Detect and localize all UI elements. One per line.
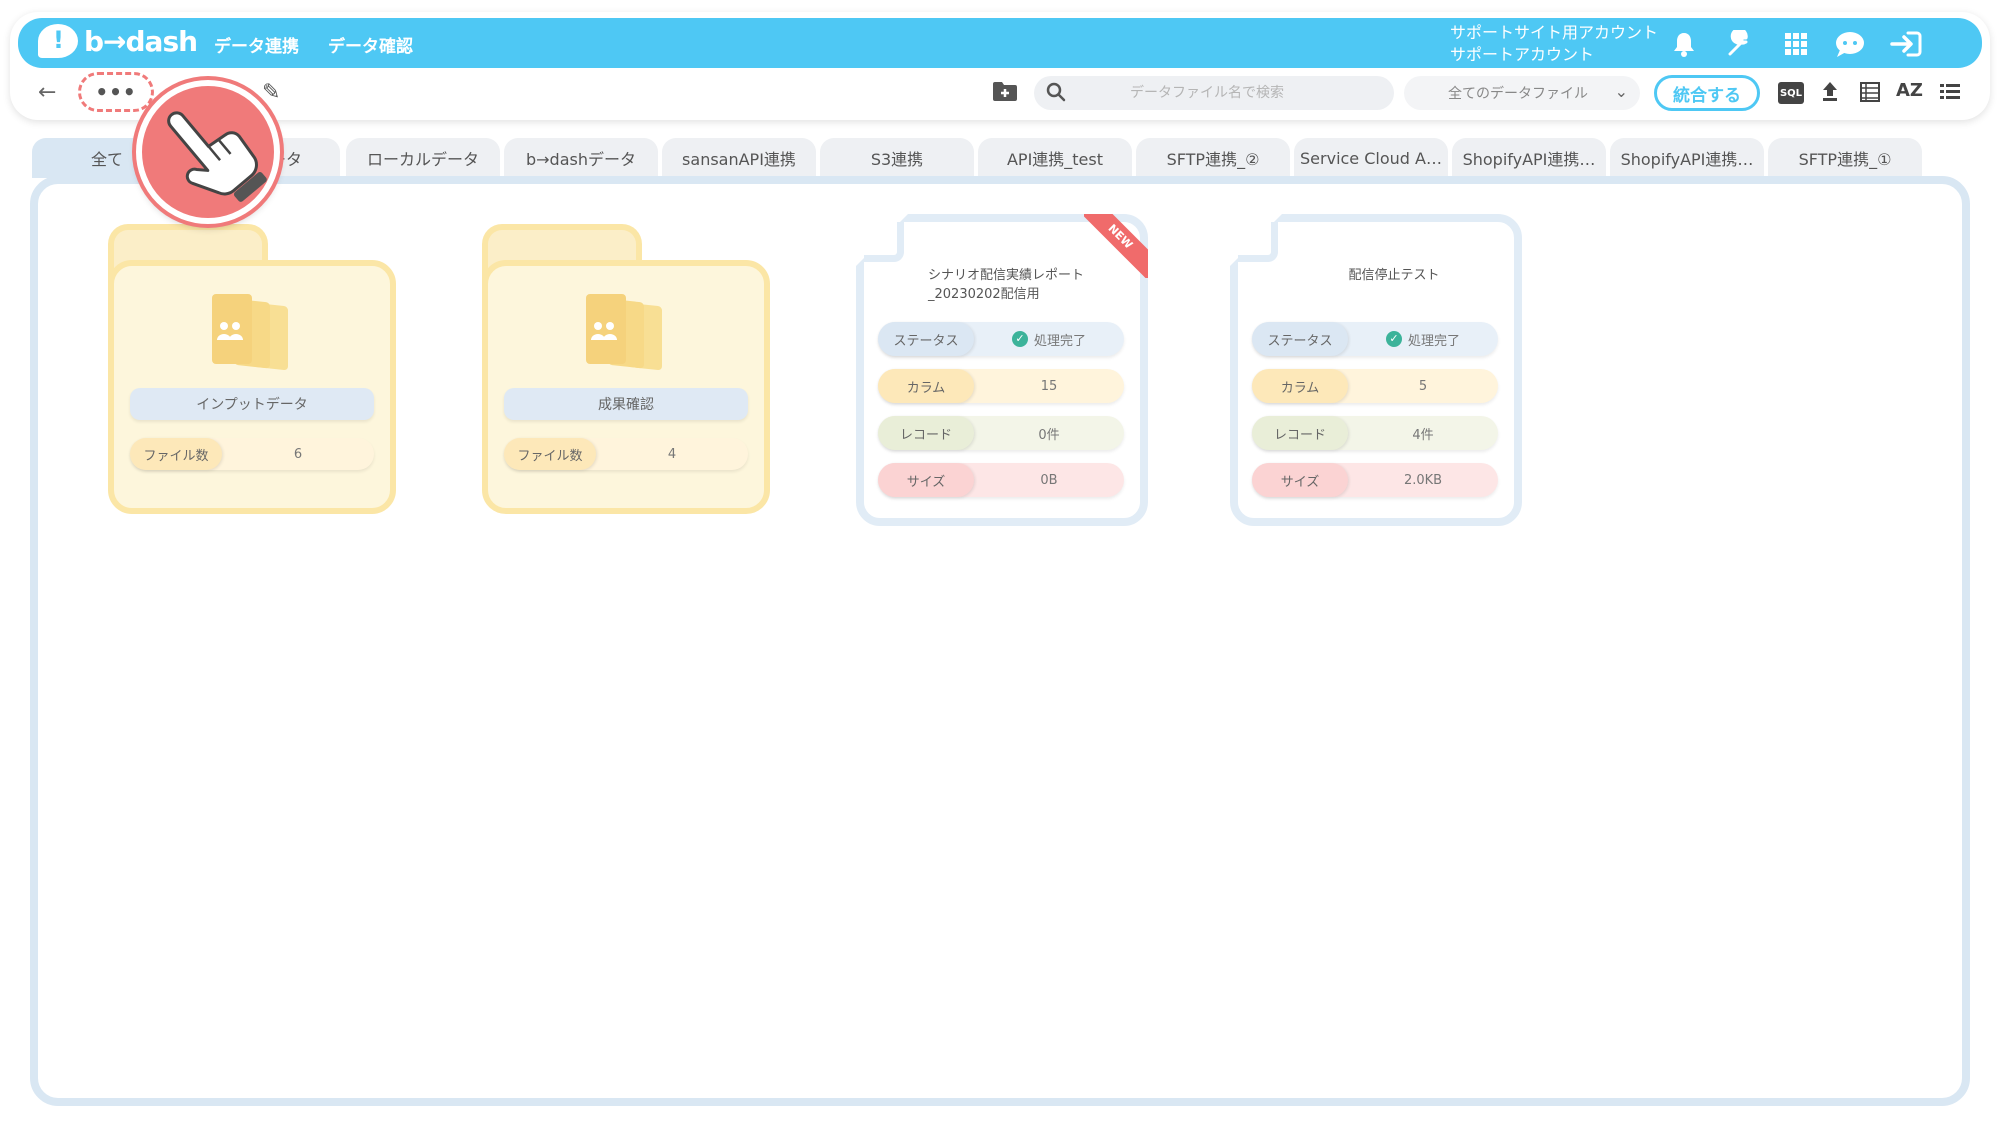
sql-icon[interactable]: SQL (1778, 82, 1804, 104)
wrench-icon[interactable] (1724, 28, 1756, 60)
tutorial-pointer (136, 80, 280, 224)
account-info[interactable]: サポートサイト用アカウント サポートアカウント (1450, 22, 1658, 66)
chat-support-icon[interactable] (1834, 28, 1866, 60)
file-corner-fold (864, 222, 904, 262)
check-circle-icon: ✓ (1385, 331, 1402, 347)
add-folder-icon[interactable] (992, 80, 1018, 102)
file-count-label: ファイル数 (504, 438, 596, 470)
file-count-label: ファイル数 (130, 438, 222, 470)
record-value: 0件 (1038, 427, 1060, 443)
logo[interactable]: b→dash (38, 24, 198, 58)
size-value: 0B (1040, 472, 1058, 488)
size-label: サイズ (878, 463, 974, 497)
folder-name: 成果確認 (504, 388, 748, 420)
file-card[interactable]: 配信停止テスト ステータス ✓ 処理完了 カラム 5 レコード 4件 サイズ 2.… (1230, 214, 1522, 526)
list-view-icon[interactable] (1940, 84, 1960, 100)
account-org: サポートサイト用アカウント (1450, 23, 1659, 42)
folder-card[interactable]: インプットデータ ファイル数 6 (108, 224, 396, 514)
hand-pointer-icon (167, 111, 267, 202)
filter-value: 全てのデータファイル (1448, 86, 1588, 102)
tab-sftp-1[interactable]: SFTP連携_① (1768, 138, 1922, 178)
tab-sftp-2[interactable]: SFTP連携_② (1136, 138, 1290, 178)
tab-shopify-2[interactable]: ShopifyAPI連携… (1610, 138, 1764, 178)
record-label: レコード (1252, 416, 1348, 450)
file-card[interactable]: NEW シナリオ配信実績レポート_20230202配信用 ステータス ✓ 処理完了… (856, 214, 1148, 526)
size-row: サイズ 0B (878, 463, 1124, 497)
status-label: ステータス (1252, 322, 1348, 356)
bell-icon[interactable] (1668, 28, 1700, 60)
column-label: カラム (878, 369, 974, 403)
merge-button[interactable]: 統合する (1654, 75, 1760, 111)
folder-file-count: ファイル数 6 (130, 438, 374, 470)
status-value: ✓ 処理完了 (1348, 322, 1498, 356)
nav-data-link[interactable]: データ連携 (214, 32, 299, 57)
folder-group-icon (586, 294, 662, 371)
logout-icon[interactable] (1890, 28, 1922, 60)
tab-sansan-api[interactable]: sansanAPI連携 (662, 138, 816, 178)
search-input[interactable] (1034, 76, 1394, 110)
sort-az-icon[interactable]: AZ (1896, 80, 1923, 101)
file-title: 配信停止テスト (1348, 268, 1440, 283)
folder-file-count: ファイル数 4 (504, 438, 748, 470)
tab-bdash-data[interactable]: b→dashデータ (504, 138, 658, 178)
size-label: サイズ (1252, 463, 1348, 497)
column-row: カラム 15 (878, 369, 1124, 403)
status-label: ステータス (878, 322, 974, 356)
chevron-down-icon: ⌄ (1614, 82, 1628, 101)
record-label: レコード (878, 416, 974, 450)
column-value: 5 (1418, 378, 1428, 394)
file-corner-fold (1238, 222, 1278, 262)
file-count-value: 4 (667, 446, 677, 462)
nav-data-check[interactable]: データ確認 (328, 32, 413, 57)
file-title: シナリオ配信実績レポート_20230202配信用 (928, 268, 1085, 302)
status-value: ✓ 処理完了 (974, 322, 1124, 356)
file-filter-select[interactable]: 全てのデータファイル ⌄ (1404, 76, 1640, 110)
status-row: ステータス ✓ 処理完了 (878, 322, 1124, 356)
column-value: 15 (1040, 378, 1058, 394)
top-nav-bar: b→dash データ連携 データ確認 サポートサイト用アカウント サポートアカウ… (18, 18, 1982, 68)
status-row: ステータス ✓ 処理完了 (1252, 322, 1498, 356)
folder-name: インプットデータ (130, 388, 374, 420)
apps-grid-icon[interactable] (1780, 28, 1812, 60)
table-view-icon[interactable] (1860, 82, 1880, 102)
folder-card[interactable]: 成果確認 ファイル数 4 (482, 224, 770, 514)
check-circle-icon: ✓ (1011, 331, 1028, 347)
record-row: レコード 0件 (878, 416, 1124, 450)
search-icon (1046, 82, 1066, 102)
back-arrow-icon[interactable]: ← (38, 80, 56, 105)
column-row: カラム 5 (1252, 369, 1498, 403)
size-value: 2.0KB (1403, 472, 1443, 488)
tab-s3[interactable]: S3連携 (820, 138, 974, 178)
folder-group-icon (212, 294, 288, 371)
tab-service-cloud[interactable]: Service Cloud A… (1294, 138, 1448, 178)
tab-shopify-1[interactable]: ShopifyAPI連携… (1452, 138, 1606, 178)
tab-api-test[interactable]: API連携_test (978, 138, 1132, 178)
upload-icon[interactable] (1820, 80, 1840, 102)
record-row: レコード 4件 (1252, 416, 1498, 450)
file-count-value: 6 (293, 446, 303, 462)
account-user: サポートアカウント (1450, 45, 1595, 64)
tab-local-data[interactable]: ローカルデータ (346, 138, 500, 178)
column-label: カラム (1252, 369, 1348, 403)
logo-icon (38, 24, 78, 58)
logo-text: b→dash (84, 24, 198, 58)
record-value: 4件 (1412, 427, 1434, 443)
size-row: サイズ 2.0KB (1252, 463, 1498, 497)
